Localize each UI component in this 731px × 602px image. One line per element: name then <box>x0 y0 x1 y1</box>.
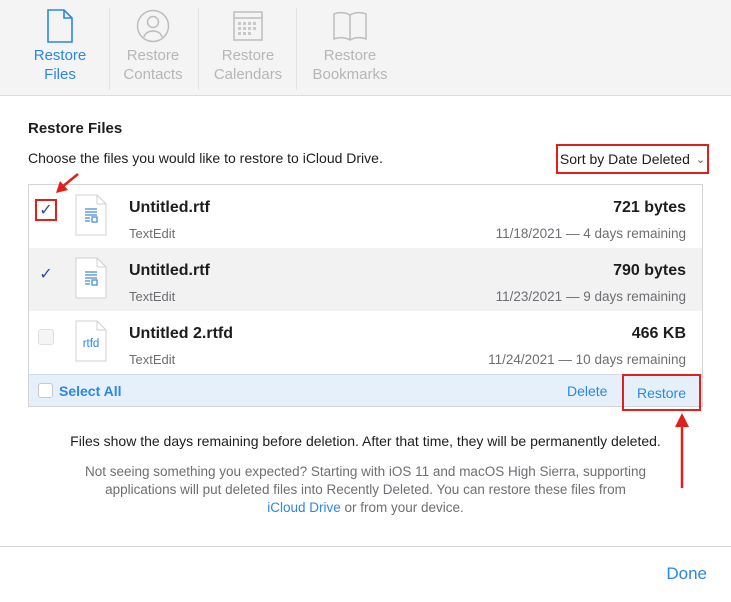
file-size: 721 bytes <box>613 199 686 216</box>
rtf-document-icon <box>75 194 107 236</box>
contact-icon <box>135 8 171 44</box>
rtf-document-icon <box>75 257 107 299</box>
file-date-remaining: 11/18/2021 — 4 days remaining <box>495 226 686 241</box>
tab-restore-files[interactable]: Restore Files <box>22 0 98 96</box>
select-all-button[interactable]: Select All <box>59 383 122 399</box>
done-button[interactable]: Done <box>666 564 707 584</box>
select-all-checkbox[interactable] <box>38 383 53 398</box>
section-subtitle: Choose the files you would like to resto… <box>28 150 383 166</box>
file-name: Untitled.rtf <box>129 199 210 216</box>
restore-tab-bar: Restore Files Restore Contacts Restore Cale… <box>0 0 731 96</box>
calendar-icon <box>230 8 266 44</box>
file-row[interactable]: ✓ Untitled.rtf TextEdit 721 bytes 11/18/… <box>29 185 702 248</box>
tab-divider <box>296 8 297 90</box>
file-app: TextEdit <box>129 226 176 241</box>
file-size: 466 KB <box>631 325 686 342</box>
help-text: Not seeing something you expected? Start… <box>70 463 661 517</box>
file-date-remaining: 11/24/2021 — 10 days remaining <box>488 352 686 367</box>
restore-button[interactable]: Restore <box>622 374 701 411</box>
help-text-end: or from your device. <box>340 500 464 515</box>
file-name: Untitled.rtf <box>129 262 210 279</box>
tab-restore-contacts[interactable]: Restore Contacts <box>114 0 192 96</box>
file-checkbox[interactable] <box>38 329 54 345</box>
file-row[interactable]: rtfd Untitled 2.rtfd TextEdit 466 KB 11/… <box>29 311 702 374</box>
file-date-remaining: 11/23/2021 — 9 days remaining <box>495 289 686 304</box>
file-row[interactable]: ✓ Untitled.rtf TextEdit 790 bytes 11/23/… <box>29 248 702 311</box>
book-icon <box>332 8 368 44</box>
file-checkbox[interactable]: ✓ <box>38 266 54 283</box>
tab-restore-calendars[interactable]: Restore Calendars <box>210 0 286 96</box>
checkmark-icon: ✓ <box>39 202 53 219</box>
file-icon-label: rtfd <box>82 338 100 350</box>
tab-divider <box>109 8 110 90</box>
tab-divider <box>198 8 199 90</box>
help-text-body: Not seeing something you expected? Start… <box>84 464 647 497</box>
tab-label: Restore Files <box>33 47 87 83</box>
icloud-drive-link[interactable]: iCloud Drive <box>267 500 341 515</box>
document-icon <box>42 8 78 44</box>
section-title: Restore Files <box>28 120 123 137</box>
list-footer-bar: Select All Delete Restore <box>29 374 702 411</box>
arrow-to-restore-icon <box>675 413 689 488</box>
file-checkbox[interactable]: ✓ <box>35 199 57 221</box>
tab-label: Restore Contacts <box>123 47 183 83</box>
rtfd-document-icon: rtfd <box>75 320 107 362</box>
file-size: 790 bytes <box>613 262 686 279</box>
file-app: TextEdit <box>129 352 176 367</box>
file-list: ✓ Untitled.rtf TextEdit 721 bytes 11/18/… <box>28 184 703 411</box>
info-text: Files show the days remaining before del… <box>70 433 661 449</box>
delete-button[interactable]: Delete <box>567 383 607 399</box>
file-app: TextEdit <box>129 289 176 304</box>
chevron-down-icon: ⌄ <box>695 153 706 166</box>
tab-label: Restore Bookmarks <box>312 47 388 83</box>
bottom-divider <box>0 546 731 547</box>
tab-restore-bookmarks[interactable]: Restore Bookmarks <box>308 0 392 96</box>
file-name: Untitled 2.rtfd <box>129 325 233 342</box>
sort-dropdown[interactable]: Sort by Date Deleted ⌄ <box>556 144 709 174</box>
tab-label: Restore Calendars <box>213 47 283 83</box>
sort-label: Sort by Date Deleted <box>559 151 690 167</box>
checkmark-icon: ✓ <box>39 266 53 283</box>
